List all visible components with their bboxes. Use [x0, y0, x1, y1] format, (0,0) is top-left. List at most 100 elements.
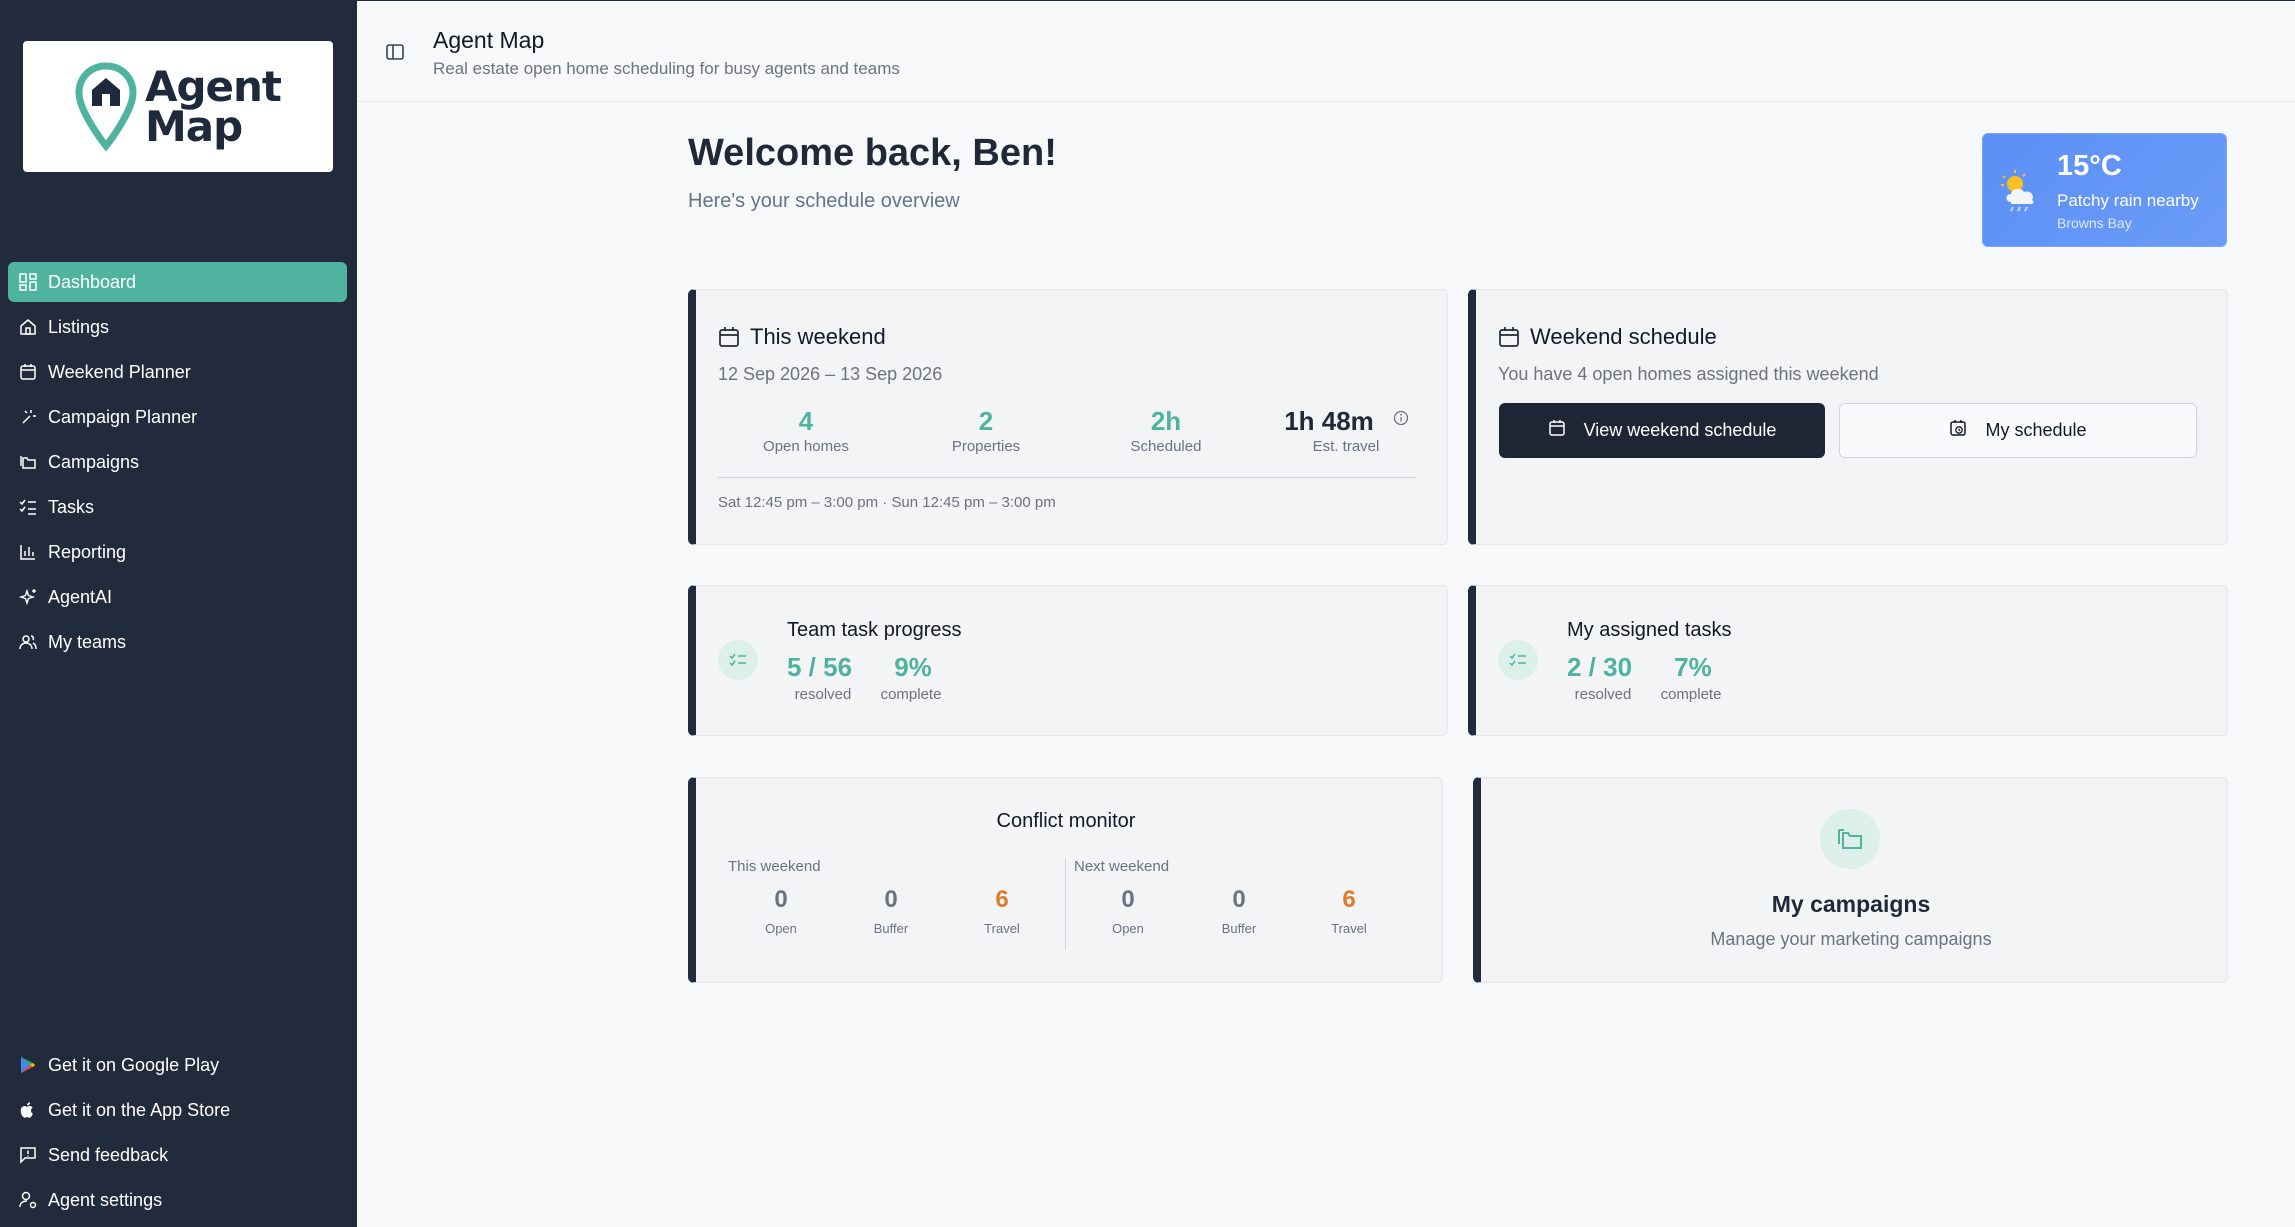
next-weekend-label: Next weekend: [1074, 858, 1170, 875]
nav-label: Send feedback: [48, 1144, 169, 1165]
app-logo[interactable]: Agent Map: [23, 41, 333, 172]
nav-label: Campaign Planner: [48, 406, 198, 427]
calendar-icon: [718, 326, 740, 348]
nav-item-listings[interactable]: Listings: [8, 307, 347, 347]
sidebar-footer: Get it on Google Play Get it on the App …: [8, 1045, 347, 1225]
welcome-heading: Welcome back, Ben!: [688, 132, 1057, 174]
nav-item-my-teams[interactable]: My teams: [8, 622, 347, 662]
nav-item-agentai[interactable]: AgentAI: [8, 577, 347, 617]
folders-icon: [18, 452, 38, 472]
weather-temperature: 15°C: [2057, 150, 2122, 182]
next-open-value: 0: [1121, 886, 1135, 913]
card-title: This weekend: [750, 324, 886, 349]
team-resolved-value: 5 / 56: [787, 652, 853, 682]
my-complete-value: 7%: [1674, 652, 1712, 682]
est-travel-value: 1h 48m: [1284, 406, 1374, 436]
team-task-progress-card: Team task progress 5 / 56 resolved 9% co…: [688, 585, 1448, 736]
sparkle-wand-icon: [18, 407, 38, 427]
checklist-icon: [18, 497, 38, 517]
conflict-monitor-card: Conflict monitor This weekend Next weeke…: [688, 777, 1443, 983]
weather-location: Browns Bay: [2057, 215, 2132, 231]
campaigns-subtitle: Manage your marketing campaigns: [1710, 929, 1992, 949]
top-header: Agent Map Real estate open home scheduli…: [357, 0, 2295, 102]
button-label: View weekend schedule: [1583, 420, 1777, 440]
scheduled-label: Scheduled: [1130, 438, 1202, 455]
nav-item-tasks[interactable]: Tasks: [8, 487, 347, 527]
nav-label: Dashboard: [48, 271, 137, 292]
nav-label: Weekend Planner: [48, 361, 191, 382]
google-play-link[interactable]: Get it on Google Play: [8, 1045, 347, 1085]
calendar-icon: [18, 362, 38, 382]
nav-label: Tasks: [48, 496, 95, 517]
logo-line-1: Agent: [144, 61, 282, 111]
my-schedule-button[interactable]: My schedule: [1839, 403, 2197, 458]
agent-settings-link[interactable]: Agent settings: [8, 1180, 347, 1220]
sidebar: Agent Map Dashboard Listings Weekend Pla…: [0, 0, 357, 1227]
button-label: My schedule: [1985, 420, 2087, 440]
next-buffer-value: 0: [1232, 886, 1246, 913]
my-assigned-tasks-card: My assigned tasks 2 / 30 resolved 7% com…: [1468, 585, 2228, 736]
send-feedback-link[interactable]: Send feedback: [8, 1135, 347, 1175]
main-nav: Dashboard Listings Weekend Planner Campa…: [8, 262, 347, 667]
this-open-label: Open: [765, 921, 797, 936]
info-icon[interactable]: [1393, 410, 1409, 426]
divider: [1065, 858, 1066, 950]
card-title: My assigned tasks: [1567, 619, 1732, 641]
app-store-link[interactable]: Get it on the App Store: [8, 1090, 347, 1130]
this-buffer-value: 0: [884, 886, 898, 913]
map-pin-logo-icon: [75, 61, 137, 152]
users-icon: [18, 632, 38, 652]
nav-label: AgentAI: [48, 586, 113, 607]
nav-item-campaigns[interactable]: Campaigns: [8, 442, 347, 482]
nav-item-campaign-planner[interactable]: Campaign Planner: [8, 397, 347, 437]
next-open-label: Open: [1112, 921, 1144, 936]
nav-label: Campaigns: [48, 451, 140, 472]
calendar-icon: [1548, 419, 1566, 442]
user-settings-icon: [18, 1190, 38, 1210]
this-travel-label: Travel: [984, 921, 1020, 936]
app-subtitle: Real estate open home scheduling for bus…: [433, 59, 900, 78]
sparkles-icon: [18, 587, 38, 607]
est-travel-label: Est. travel: [1312, 438, 1380, 455]
google-play-icon: [18, 1055, 38, 1075]
weekend-schedule-subtitle: You have 4 open homes assigned this week…: [1498, 364, 1879, 384]
weekend-date-range: 12 Sep 2026 – 13 Sep 2026: [718, 364, 943, 384]
my-resolved-label: resolved: [1574, 686, 1632, 703]
bar-chart-icon: [18, 542, 38, 562]
nav-label: Listings: [48, 316, 110, 337]
next-travel-value: 6: [1342, 886, 1356, 913]
apple-icon: [18, 1100, 38, 1120]
nav-label: Agent settings: [48, 1189, 163, 1210]
my-campaigns-card[interactable]: My campaigns Manage your marketing campa…: [1473, 777, 2228, 983]
this-weekend-title-row: This weekend: [718, 324, 886, 350]
scheduled-value: 2h: [1150, 406, 1182, 436]
properties-label: Properties: [951, 438, 1021, 455]
checklist-icon: [718, 640, 758, 680]
checklist-icon: [1498, 640, 1538, 680]
nav-item-weekend-planner[interactable]: Weekend Planner: [8, 352, 347, 392]
team-complete-label: complete: [880, 686, 942, 703]
card-title: My campaigns: [1771, 891, 1931, 917]
this-travel-value: 6: [995, 886, 1009, 913]
next-buffer-label: Buffer: [1221, 921, 1257, 936]
weather-condition: Patchy rain nearby: [2057, 191, 2199, 210]
this-open-value: 0: [774, 886, 788, 913]
welcome-subtitle: Here's your schedule overview: [688, 190, 960, 212]
divider: [718, 477, 1416, 478]
app-title: Agent Map: [433, 27, 545, 53]
folders-icon: [1820, 809, 1880, 869]
nav-item-reporting[interactable]: Reporting: [8, 532, 347, 572]
nav-label: Get it on the App Store: [48, 1099, 231, 1120]
this-weekend-label: This weekend: [728, 858, 821, 875]
feedback-icon: [18, 1145, 38, 1165]
home-icon: [18, 317, 38, 337]
this-weekend-card: This weekend 12 Sep 2026 – 13 Sep 2026 4…: [688, 289, 1448, 545]
view-weekend-schedule-button[interactable]: View weekend schedule: [1499, 403, 1825, 458]
logo-wordmark: Agent Map: [144, 61, 282, 147]
nav-label: Reporting: [48, 541, 127, 562]
weather-widget: 15°C Patchy rain nearby Browns Bay: [1982, 133, 2227, 247]
nav-label: Get it on Google Play: [48, 1054, 220, 1075]
nav-item-dashboard[interactable]: Dashboard: [8, 262, 347, 302]
sidebar-toggle-icon[interactable]: [384, 41, 406, 63]
card-title: Weekend schedule: [1530, 324, 1717, 349]
